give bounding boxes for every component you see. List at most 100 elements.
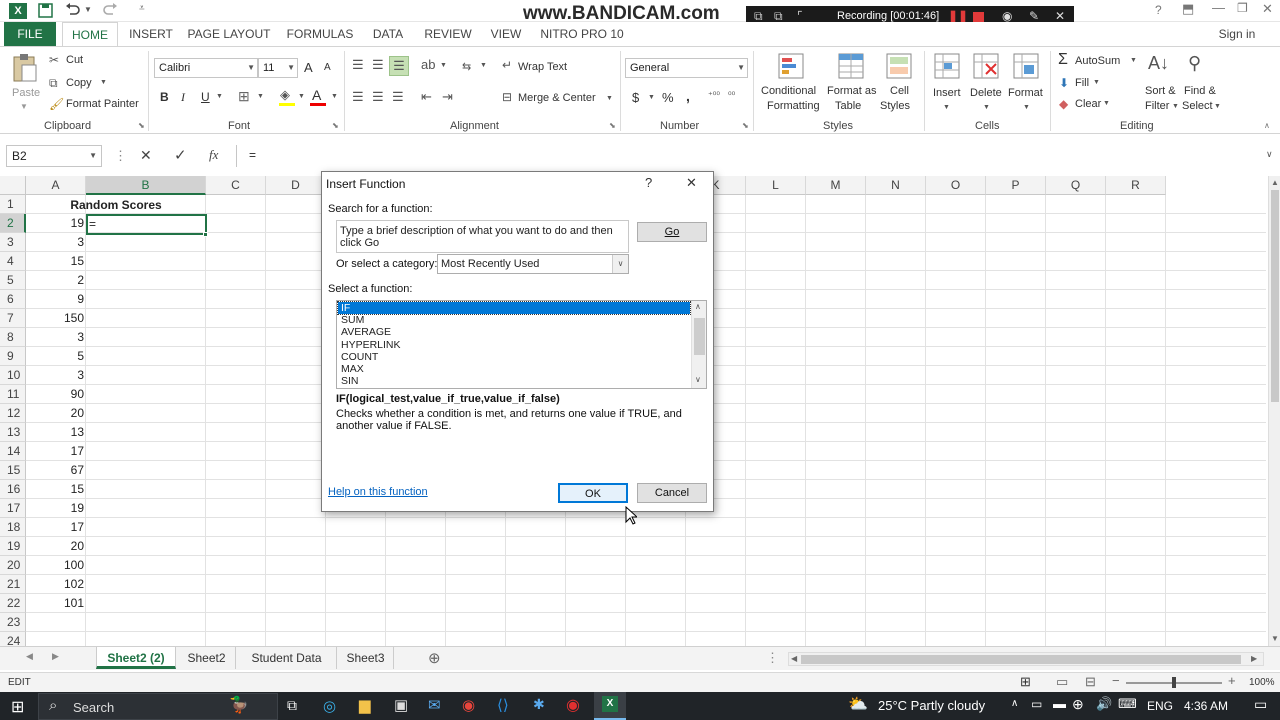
close-recording-icon[interactable]: ✕	[1055, 9, 1065, 23]
cell-a-score[interactable]: 3	[26, 233, 84, 252]
notification-icon[interactable]: ▭	[1254, 696, 1267, 713]
binoculars-icon[interactable]: ⚲	[1188, 53, 1201, 74]
shrink-font-button[interactable]: A	[324, 62, 331, 73]
insert-function-button[interactable]: fx	[209, 147, 218, 163]
row-header[interactable]: 7	[0, 309, 26, 328]
store-icon[interactable]: ▣	[394, 696, 408, 714]
formula-input[interactable]: =	[236, 145, 1266, 167]
close-button[interactable]: ✕	[1262, 1, 1273, 17]
tab-insert[interactable]: INSERT	[124, 22, 178, 46]
fill-color-icon[interactable]: ◈	[280, 87, 290, 103]
sheet-tab-active[interactable]: Sheet2 (2)	[96, 647, 176, 669]
dialog-close-button[interactable]: ✕	[686, 175, 697, 191]
orientation-dropdown-icon[interactable]: ▼	[440, 62, 447, 69]
cell-a-score[interactable]: 19	[26, 214, 84, 233]
horizontal-scrollbar[interactable]: ◀ ▶	[788, 652, 1264, 666]
row-header[interactable]: 17	[0, 499, 26, 518]
row-header[interactable]: 13	[0, 423, 26, 442]
language-indicator[interactable]: ENG	[1147, 699, 1173, 713]
format-cells-button[interactable]: Format	[1008, 87, 1043, 99]
cell-a-score[interactable]: 150	[26, 309, 84, 328]
cells-dropdown-icon-2[interactable]: ▼	[983, 104, 990, 111]
decrease-indent-icon[interactable]: ⇤	[421, 89, 432, 105]
keyboard-icon[interactable]: ⌨	[1118, 696, 1137, 712]
column-header-l[interactable]: L	[746, 176, 806, 195]
font-launcher-icon[interactable]: ⬊	[332, 121, 339, 130]
cell-styles-icon[interactable]	[886, 53, 912, 79]
currency-dropdown-icon[interactable]: ▼	[648, 94, 655, 101]
scroll-up-icon[interactable]: ▲	[1271, 178, 1279, 187]
sheet-tab[interactable]: Sheet3	[338, 647, 394, 669]
camera-icon[interactable]: ◉	[1002, 9, 1012, 23]
decrease-decimal-icon[interactable]: ⁰⁰	[728, 90, 735, 101]
enter-entry-icon[interactable]: ✓	[174, 146, 187, 164]
format-as-table-label[interactable]: Format as	[827, 85, 877, 97]
cell-b1-header[interactable]: Random Scores	[60, 196, 172, 215]
bottom-align-icon[interactable]: ☰	[389, 56, 409, 76]
cell-a-score[interactable]: 5	[26, 347, 84, 366]
dialog-help-button[interactable]: ?	[645, 175, 652, 190]
alignment-launcher-icon[interactable]: ⬊	[609, 121, 616, 130]
fill-handle[interactable]	[203, 232, 208, 237]
insert-cells-icon[interactable]	[934, 53, 960, 79]
cell-a-score[interactable]: 67	[26, 461, 84, 480]
copy-button[interactable]: Copy	[66, 77, 92, 89]
row-header[interactable]: 24	[0, 632, 26, 646]
cell-a-score[interactable]: 3	[26, 328, 84, 347]
orientation-icon[interactable]: ab	[421, 57, 435, 72]
column-header-a[interactable]: A	[26, 176, 86, 195]
chrome-icon[interactable]: ◉	[462, 696, 475, 714]
conditional-formatting-label[interactable]: Conditional	[761, 85, 816, 97]
fill-icon[interactable]: ⬇	[1059, 76, 1069, 90]
name-box[interactable]: B2 ▼	[6, 145, 102, 167]
font-color-icon[interactable]: A	[312, 87, 321, 103]
sign-in-link[interactable]: Sign in	[1212, 22, 1262, 46]
sheet-tab[interactable]: Sheet2	[178, 647, 236, 669]
clear-dropdown-icon[interactable]: ▼	[1103, 100, 1110, 107]
normal-view-icon[interactable]: ⊞	[1020, 674, 1031, 690]
h-scroll-thumb[interactable]	[801, 655, 1241, 664]
volume-icon[interactable]: 🔊	[1096, 696, 1112, 712]
cut-button[interactable]: Cut	[66, 54, 83, 66]
vscode-icon[interactable]: ⟨⟩	[497, 696, 509, 714]
pause-icon[interactable]: ❚❚	[948, 9, 968, 23]
increase-indent-icon[interactable]: ⇥	[442, 89, 453, 105]
format-cells-icon[interactable]	[1013, 53, 1039, 79]
column-header-q[interactable]: Q	[1046, 176, 1106, 195]
cell-a-score[interactable]: 17	[26, 442, 84, 461]
zoom-level[interactable]: 100%	[1249, 677, 1275, 688]
delete-cells-button[interactable]: Delete	[970, 87, 1002, 99]
mail-icon[interactable]: ✉	[428, 696, 441, 714]
clear-button[interactable]: Clear	[1075, 98, 1101, 110]
column-header-m[interactable]: M	[806, 176, 866, 195]
battery-icon[interactable]: ▭	[1031, 697, 1042, 711]
collapse-ribbon-icon[interactable]: ∧	[1264, 121, 1270, 130]
conditional-formatting-label-2[interactable]: Formatting	[767, 100, 820, 112]
go-button[interactable]: Go	[637, 222, 707, 242]
excel-taskbar-icon[interactable]: X	[594, 692, 626, 720]
function-list-item[interactable]: MAX	[338, 363, 690, 375]
minimize-button[interactable]: —	[1212, 0, 1225, 15]
paste-dropdown-icon[interactable]: ▼	[20, 102, 28, 111]
function-search-input[interactable]: Type a brief description of what you wan…	[336, 220, 629, 253]
row-header[interactable]: 21	[0, 575, 26, 594]
record-icon[interactable]: ◉	[566, 695, 580, 715]
cell-a-score[interactable]: 20	[26, 537, 84, 556]
function-list-item[interactable]: COUNT	[338, 351, 690, 363]
number-launcher-icon[interactable]: ⬊	[742, 121, 749, 130]
middle-align-icon[interactable]: ☰	[372, 57, 384, 73]
undo-icon[interactable]	[65, 3, 81, 17]
row-header[interactable]: 19	[0, 537, 26, 556]
align-right-icon[interactable]: ☰	[392, 89, 404, 105]
cells-dropdown-icon-3[interactable]: ▼	[1023, 104, 1030, 111]
help-on-function-link[interactable]: Help on this function	[328, 486, 428, 498]
function-list-item[interactable]: SIN	[338, 375, 690, 387]
category-select[interactable]: Most Recently Used ∨	[437, 254, 629, 274]
function-list-item[interactable]: SUM	[338, 314, 690, 326]
top-align-icon[interactable]: ☰	[352, 57, 364, 73]
row-header[interactable]: 8	[0, 328, 26, 347]
vertical-scrollbar[interactable]: ▲ ▼	[1268, 176, 1280, 646]
font-name-combo[interactable]: Calibri ▼	[154, 58, 258, 78]
row-header[interactable]: 12	[0, 404, 26, 423]
function-list-item[interactable]: AVERAGE	[338, 326, 690, 338]
